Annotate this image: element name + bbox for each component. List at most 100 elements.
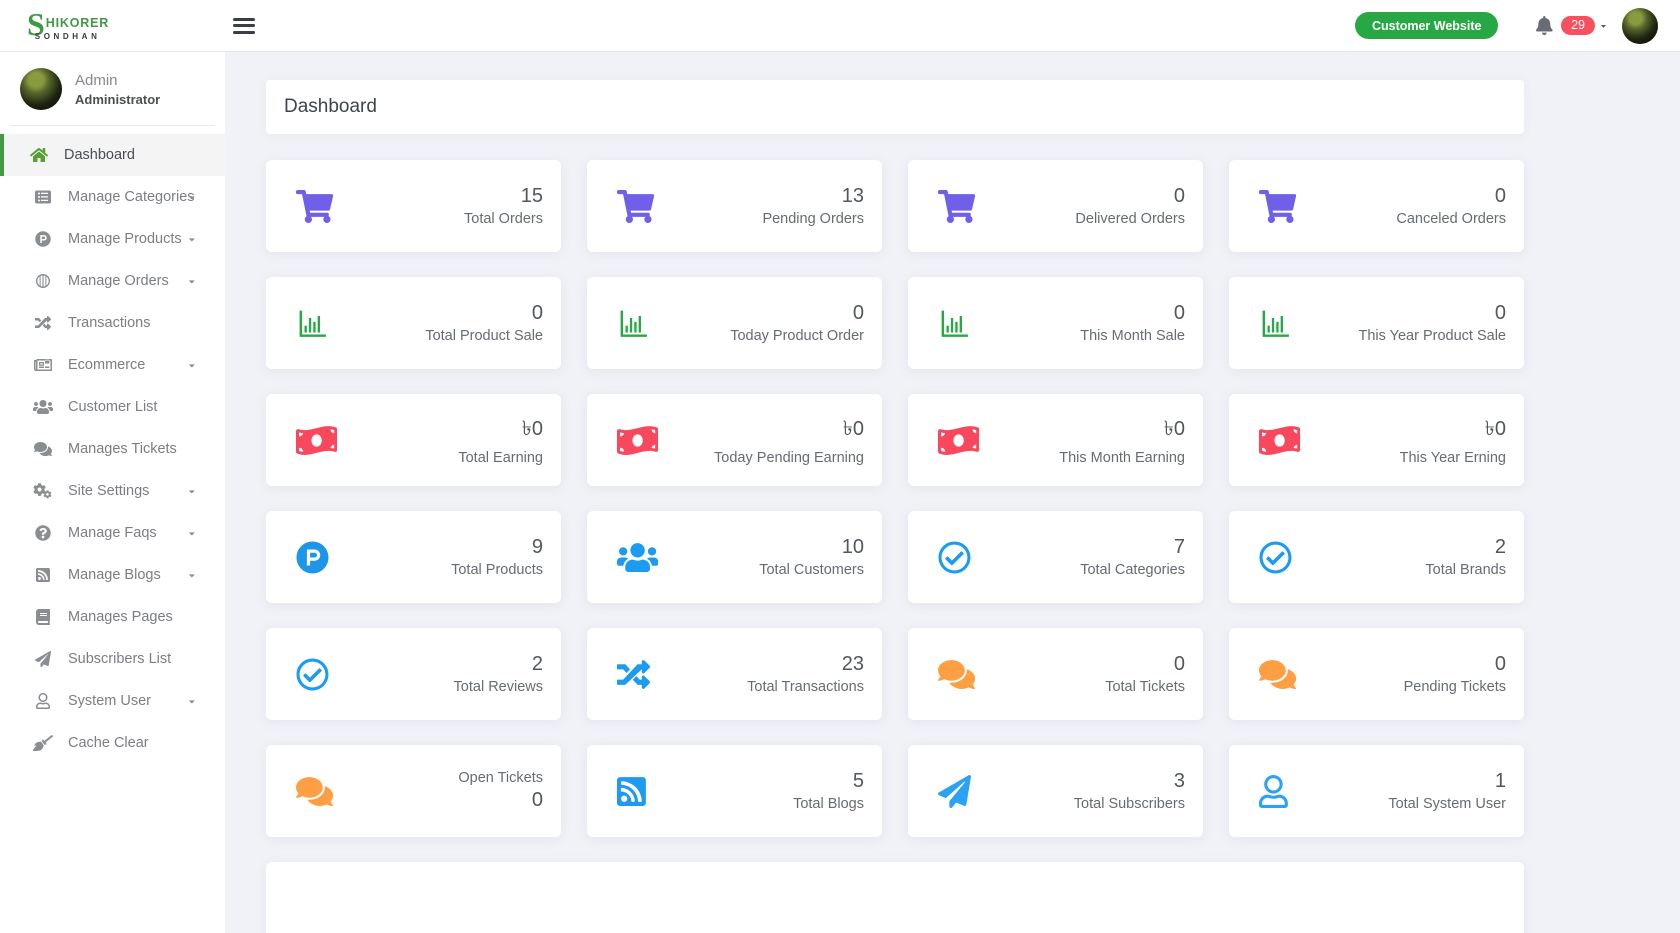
stat-value: 0 bbox=[1494, 653, 1506, 675]
comments-icon bbox=[938, 658, 976, 691]
sidebar-item-label: Manage Orders bbox=[68, 273, 169, 289]
notification-badge[interactable]: 29 bbox=[1561, 15, 1595, 36]
stat-card-this-month-sale: 0 This Month Sale bbox=[908, 277, 1203, 369]
paper-plane-icon bbox=[938, 774, 971, 808]
sidebar-item-system-user[interactable]: System User bbox=[0, 680, 225, 722]
rss-icon bbox=[33, 567, 53, 583]
stat-label: Total Earning bbox=[458, 450, 543, 466]
product-icon bbox=[33, 231, 53, 247]
stat-value: 23 bbox=[841, 653, 864, 675]
cart-icon bbox=[296, 189, 334, 223]
hamburger-icon[interactable] bbox=[233, 14, 257, 37]
chevron-down-icon bbox=[189, 697, 195, 706]
customer-website-button[interactable]: Customer Website bbox=[1354, 12, 1499, 39]
stat-card-total-subscribers: 3 Total Subscribers bbox=[908, 745, 1203, 837]
stat-card-today-product-order: 0 Today Product Order bbox=[587, 277, 882, 369]
comments-icon bbox=[33, 441, 53, 457]
chevron-down-icon bbox=[189, 193, 195, 202]
sidebar: Admin Administrator Dashboard Manage Cat… bbox=[0, 52, 225, 933]
comments-icon bbox=[1259, 658, 1297, 691]
money-icon bbox=[617, 424, 659, 457]
user-icon bbox=[1259, 774, 1288, 808]
question-icon bbox=[33, 525, 53, 541]
money-icon bbox=[1259, 424, 1301, 457]
stat-card-this-month-earning: ৳0 This Month Earning bbox=[908, 394, 1203, 486]
divider bbox=[10, 125, 215, 126]
stat-label: Delivered Orders bbox=[1075, 211, 1185, 227]
paper-plane-icon bbox=[33, 651, 53, 667]
stat-value: 0 bbox=[1173, 302, 1185, 324]
book-icon bbox=[33, 609, 53, 625]
sidebar-user-block: Admin Administrator bbox=[0, 52, 225, 125]
stat-card-total-tickets: 0 Total Tickets bbox=[908, 628, 1203, 720]
stat-card-total-orders: 15 Total Orders bbox=[266, 160, 561, 252]
chevron-down-icon bbox=[189, 571, 195, 580]
sidebar-item-label: Manage Categories bbox=[68, 189, 195, 205]
stat-value: 9 bbox=[531, 536, 543, 558]
sidebar-item-customer-list[interactable]: Customer List bbox=[0, 386, 225, 428]
stat-label: Open Tickets bbox=[458, 770, 543, 786]
chevron-down-icon[interactable] bbox=[1601, 22, 1606, 30]
sidebar-item-subscribers-list[interactable]: Subscribers List bbox=[0, 638, 225, 680]
stat-label: Total System User bbox=[1388, 796, 1506, 812]
stat-card-total-brands: 2 Total Brands bbox=[1229, 511, 1524, 603]
sidebar-item-manages-tickets[interactable]: Manages Tickets bbox=[0, 428, 225, 470]
sidebar-item-label: Subscribers List bbox=[68, 651, 172, 667]
user-role: Administrator bbox=[75, 91, 161, 107]
stat-value: 0 bbox=[531, 302, 543, 324]
sidebar-item-manages-pages[interactable]: Manages Pages bbox=[0, 596, 225, 638]
stat-value: ৳0 bbox=[842, 418, 864, 440]
brand-logo[interactable]: S HIKORER SONDHAN bbox=[27, 7, 109, 40]
stat-value: 15 bbox=[520, 185, 543, 207]
sidebar-menu: Dashboard Manage Categories Manage Produ… bbox=[0, 134, 225, 764]
stat-label: Total Blogs bbox=[793, 796, 864, 812]
orders-icon bbox=[33, 273, 53, 289]
sidebar-item-cache-clear[interactable]: Cache Clear bbox=[0, 722, 225, 764]
stat-card-this-year-erning: ৳0 This Year Erning bbox=[1229, 394, 1524, 486]
sidebar-item-ecommerce[interactable]: Ecommerce bbox=[0, 344, 225, 386]
stat-label: This Year Product Sale bbox=[1358, 328, 1506, 344]
stat-label: Total Categories bbox=[1080, 562, 1185, 578]
stat-value: 0 bbox=[1173, 653, 1185, 675]
sidebar-item-transactions[interactable]: Transactions bbox=[0, 302, 225, 344]
sidebar-item-dashboard[interactable]: Dashboard bbox=[0, 134, 225, 176]
stat-label: This Year Erning bbox=[1399, 450, 1506, 466]
sidebar-item-manage-faqs[interactable]: Manage Faqs bbox=[0, 512, 225, 554]
stat-value: ৳0 bbox=[1484, 418, 1506, 440]
stat-card-pending-orders: 13 Pending Orders bbox=[587, 160, 882, 252]
sidebar-item-manage-products[interactable]: Manage Products bbox=[0, 218, 225, 260]
check-circle-icon bbox=[1259, 541, 1292, 574]
sidebar-item-label: Manage Blogs bbox=[68, 567, 161, 583]
sidebar-item-site-settings[interactable]: Site Settings bbox=[0, 470, 225, 512]
stat-label: Pending Orders bbox=[762, 211, 864, 227]
stat-value: ৳0 bbox=[1163, 418, 1185, 440]
stat-card-today-pending-earning: ৳0 Today Pending Earning bbox=[587, 394, 882, 486]
avatar bbox=[20, 68, 62, 110]
gears-icon bbox=[33, 483, 53, 499]
sidebar-item-label: Ecommerce bbox=[68, 357, 146, 373]
chevron-down-icon bbox=[189, 487, 195, 496]
stat-label: Total Product Sale bbox=[425, 328, 543, 344]
stat-label: This Month Sale bbox=[1080, 328, 1185, 344]
stat-value: 0 bbox=[852, 302, 864, 324]
page-title-card: Dashboard bbox=[266, 80, 1524, 134]
sidebar-item-manage-categories[interactable]: Manage Categories bbox=[0, 176, 225, 218]
bell-icon[interactable] bbox=[1536, 16, 1554, 35]
bar-chart-icon bbox=[617, 307, 650, 340]
stat-label: Total Transactions bbox=[747, 679, 864, 695]
bar-chart-icon bbox=[938, 307, 971, 340]
user-avatar[interactable] bbox=[1622, 7, 1658, 44]
cart-icon bbox=[938, 189, 976, 223]
sidebar-item-manage-blogs[interactable]: Manage Blogs bbox=[0, 554, 225, 596]
navbar-brand-area: S HIKORER SONDHAN bbox=[0, 7, 225, 40]
page-title: Dashboard bbox=[284, 96, 377, 117]
stat-card-total-blogs: 5 Total Blogs bbox=[587, 745, 882, 837]
newspaper-icon bbox=[33, 357, 53, 373]
stat-card-total-system-user: 1 Total System User bbox=[1229, 745, 1524, 837]
panel-card-partial bbox=[266, 862, 1524, 933]
cart-icon bbox=[617, 189, 655, 223]
stat-label: Total Reviews bbox=[453, 679, 543, 695]
user-icon bbox=[33, 693, 53, 709]
stat-label: This Month Earning bbox=[1059, 450, 1185, 466]
sidebar-item-manage-orders[interactable]: Manage Orders bbox=[0, 260, 225, 302]
